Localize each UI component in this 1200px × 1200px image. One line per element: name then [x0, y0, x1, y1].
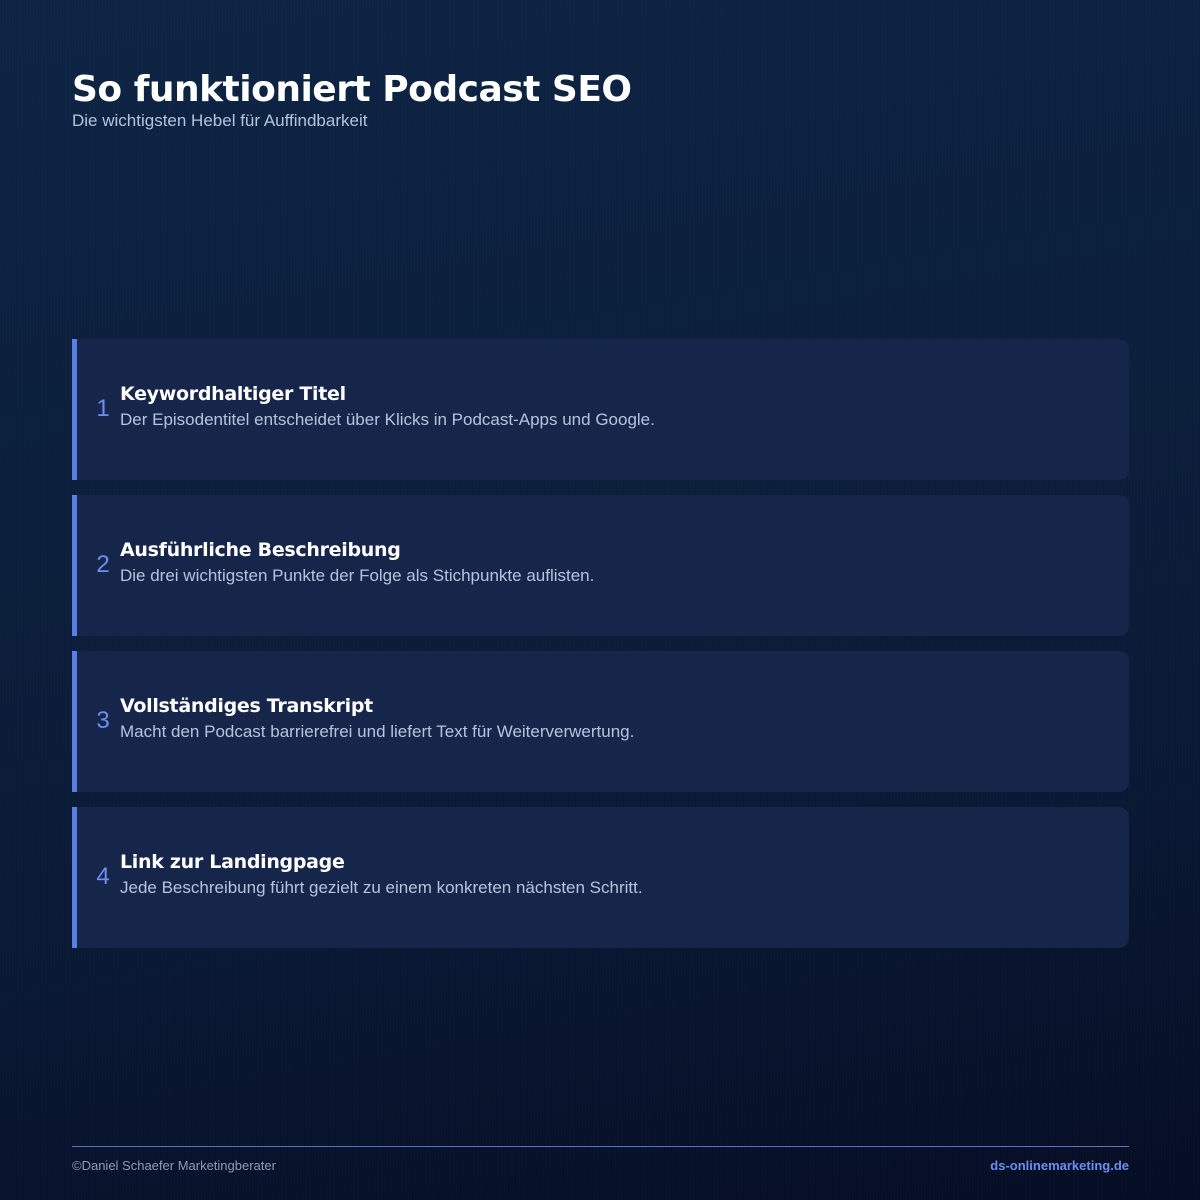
item-title: Link zur Landingpage [120, 851, 345, 873]
list-item: 4 Link zur Landingpage Jede Beschreibung… [72, 807, 1129, 948]
list-item: 3 Vollständiges Transkript Macht den Pod… [72, 651, 1129, 792]
page-header: So funktioniert Podcast SEO Die wichtigs… [72, 68, 1128, 132]
item-description: Die drei wichtigsten Punkte der Folge al… [120, 566, 595, 585]
item-number: 1 [96, 395, 110, 422]
item-description: Macht den Podcast barrierefrei und liefe… [120, 722, 635, 741]
item-content: Vollständiges Transkript Macht den Podca… [120, 693, 1099, 743]
item-number: 2 [96, 551, 110, 578]
item-description: Jede Beschreibung führt gezielt zu einem… [120, 878, 643, 897]
list-item: 2 Ausführliche Beschreibung Die drei wic… [72, 495, 1129, 636]
footer-divider [72, 1146, 1129, 1147]
footer-copyright: ©Daniel Schaefer Marketingberater [72, 1158, 276, 1173]
item-content: Keywordhaltiger Titel Der Episodentitel … [120, 381, 1099, 431]
item-number: 4 [96, 863, 110, 890]
list-item: 1 Keywordhaltiger Titel Der Episodentite… [72, 339, 1129, 480]
page-title: So funktioniert Podcast SEO [72, 69, 632, 110]
item-content: Link zur Landingpage Jede Beschreibung f… [120, 849, 1099, 899]
steps-list: 1 Keywordhaltiger Titel Der Episodentite… [72, 339, 1129, 963]
page-subtitle: Die wichtigsten Hebel für Auffindbarkeit [72, 111, 368, 130]
item-description: Der Episodentitel entscheidet über Klick… [120, 410, 655, 429]
item-title: Vollständiges Transkript [120, 695, 373, 717]
footer-website-link[interactable]: ds-onlinemarketing.de [990, 1158, 1129, 1174]
item-number: 3 [96, 707, 110, 734]
item-content: Ausführliche Beschreibung Die drei wicht… [120, 537, 1099, 587]
item-title: Keywordhaltiger Titel [120, 383, 346, 405]
item-title: Ausführliche Beschreibung [120, 539, 401, 561]
